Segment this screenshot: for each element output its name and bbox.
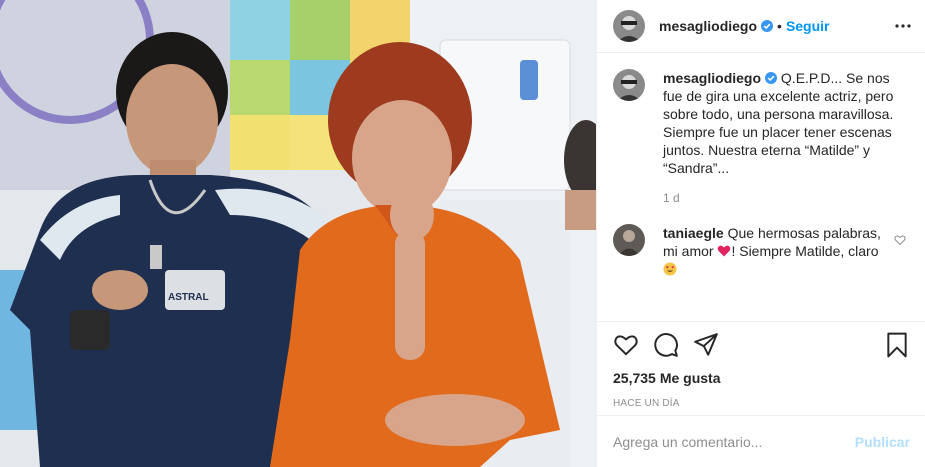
post-side-panel: mesagliodiego • Seguir mesagliodiego Q.E… [596, 0, 925, 467]
post-actions: 25,735 Me gusta HACE UN DÍA [597, 321, 925, 409]
author-username[interactable]: mesagliodiego [659, 18, 774, 34]
comment-text-part-2: ! Siempre Matilde, claro [731, 243, 879, 259]
caption-author-avatar[interactable] [613, 69, 645, 101]
post-timestamp[interactable]: HACE UN DÍA [613, 398, 910, 409]
post-image: ASTRAL [0, 0, 596, 467]
author-username-text[interactable]: mesagliodiego [659, 18, 757, 34]
comment-username[interactable]: taniaegle [663, 225, 724, 241]
bookmark-icon[interactable] [884, 332, 910, 358]
commenter-avatar[interactable] [613, 224, 645, 256]
heart-outline-icon[interactable] [613, 332, 639, 358]
comment-like-heart-icon[interactable] [894, 234, 906, 246]
add-comment-bar: Publicar [597, 415, 925, 467]
caption-body: mesagliodiego Q.E.P.D... Se nos fue de g… [663, 69, 910, 207]
verified-badge-icon [761, 20, 774, 32]
post-media[interactable]: ASTRAL [0, 0, 596, 467]
post-header: mesagliodiego • Seguir [597, 0, 925, 53]
verified-badge-icon [765, 72, 778, 84]
header-separator: • [777, 18, 782, 34]
likes-label[interactable]: Me gusta [660, 370, 721, 386]
caption-username[interactable]: mesagliodiego [663, 70, 761, 86]
svg-text:ASTRAL: ASTRAL [168, 292, 209, 303]
comment-body: taniaegle Que hermosas palabras, mi amor… [663, 224, 895, 278]
instagram-post: ASTRAL mesagliodiego • Seguir mesagliodi… [0, 0, 925, 467]
likes-number[interactable]: 25,735 [613, 370, 656, 386]
heart-eyes-emoji [663, 262, 677, 276]
likes-count[interactable]: 25,735 Me gusta [613, 368, 910, 388]
publish-button[interactable]: Publicar [855, 434, 910, 450]
comments-section[interactable]: mesagliodiego Q.E.P.D... Se nos fue de g… [597, 53, 925, 321]
author-avatar[interactable] [613, 10, 645, 42]
follow-button[interactable]: Seguir [786, 18, 830, 34]
comment-input[interactable] [613, 433, 855, 450]
comment-item: taniaegle Que hermosas palabras, mi amor… [613, 224, 910, 278]
action-icons [613, 322, 910, 368]
more-options-icon[interactable] [894, 17, 912, 35]
paper-plane-icon[interactable] [693, 332, 719, 358]
red-heart-emoji [718, 245, 731, 257]
post-caption: mesagliodiego Q.E.P.D... Se nos fue de g… [613, 69, 910, 207]
caption-age[interactable]: 1 d [663, 189, 910, 207]
comment-bubble-icon[interactable] [653, 332, 679, 358]
